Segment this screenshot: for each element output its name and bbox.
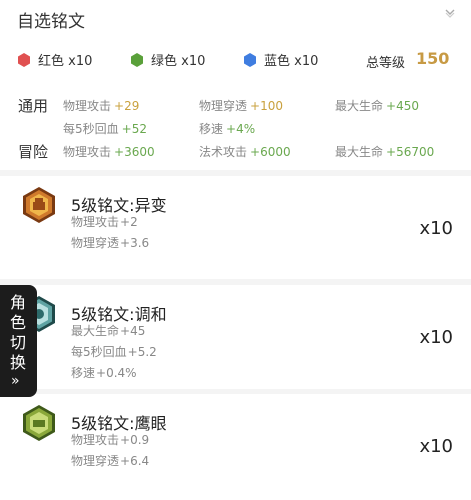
general-label: 通用 [18, 97, 49, 115]
chevron-down-icon[interactable] [443, 8, 457, 18]
tab-char: 切 [10, 333, 27, 352]
stat-name: 物理穿透 [199, 99, 248, 113]
header-bar: 自选铭文 [0, 0, 471, 36]
inscription-attr: 移速+0.4% [71, 364, 137, 381]
general-stat: 每5秒回血 +52 [63, 120, 147, 137]
attr-value: +2 [120, 215, 138, 229]
adventure-stat: 物理攻击 +3600 [63, 143, 155, 160]
stat-value: +56700 [386, 145, 435, 159]
stat-name: 移速 [199, 122, 224, 136]
inscription-quantity: x10 [419, 327, 453, 348]
green-inscription-emblem-icon [23, 405, 55, 441]
stat-value: +4% [226, 122, 256, 136]
adventure-stat: 法术攻击 +6000 [199, 143, 291, 160]
attr-name: 最大生命 [71, 324, 120, 338]
tab-char: 角 [10, 293, 27, 312]
stat-name: 最大生命 [335, 145, 384, 159]
summary-panel: 红色 x10 绿色 x10 蓝色 x10 总等级 150 通用 物理攻击 +29 … [0, 36, 471, 170]
inscription-card-yibian[interactable]: 5级铭文:异变 物理攻击+2 物理穿透+3.6 x10 [0, 176, 471, 279]
inscription-attr: 物理穿透+3.6 [71, 234, 149, 251]
stat-name: 每5秒回血 [63, 122, 119, 136]
total-level-value: 150 [416, 49, 450, 68]
attr-value: +0.4% [96, 366, 137, 380]
stat-value: +52 [121, 122, 147, 136]
blue-count-label: 蓝色 x10 [264, 54, 319, 69]
red-inscription-emblem-icon [23, 187, 55, 223]
attr-name: 每5秒回血 [71, 345, 127, 359]
tab-char: 换 [10, 353, 27, 372]
blue-count: 蓝色 x10 [242, 50, 318, 69]
inscription-card-tiaohe[interactable]: 5级铭文:调和 最大生命+45 每5秒回血+5.2 移速+0.4% x10 [0, 285, 471, 389]
inscription-attr: 最大生命+45 [71, 322, 145, 339]
red-count: 红色 x10 [16, 50, 92, 69]
inscription-card-yingyan[interactable]: 5级铭文:鹰眼 物理攻击+0.9 物理穿透+6.4 x10 [0, 394, 471, 500]
stat-name: 物理攻击 [63, 99, 112, 113]
attr-name: 物理穿透 [71, 236, 120, 250]
inscription-quantity: x10 [419, 436, 453, 457]
general-stat: 移速 +4% [199, 120, 255, 137]
attr-value: +3.6 [120, 236, 150, 250]
stat-name: 法术攻击 [199, 145, 248, 159]
color-counts: 红色 x10 绿色 x10 蓝色 x10 总等级 150 [0, 49, 471, 71]
inscription-attr: 物理攻击+2 [71, 213, 138, 230]
attr-name: 物理穿透 [71, 454, 120, 468]
stat-value: +3600 [114, 145, 155, 159]
total-level-label: 总等级 [366, 56, 406, 71]
inscription-attr: 物理穿透+6.4 [71, 452, 149, 469]
inscription-attr: 物理攻击+0.9 [71, 431, 149, 448]
attr-value: +5.2 [127, 345, 157, 359]
stat-name: 物理攻击 [63, 145, 112, 159]
stat-value: +6000 [250, 145, 291, 159]
page-title: 自选铭文 [17, 12, 85, 32]
green-count: 绿色 x10 [129, 50, 205, 69]
red-hexagon-icon [18, 52, 30, 67]
general-stat: 物理攻击 +29 [63, 97, 139, 114]
stat-value: +100 [250, 99, 283, 113]
attr-value: +45 [120, 324, 146, 338]
green-hexagon-icon [131, 52, 143, 67]
inscription-quantity: x10 [419, 218, 453, 239]
attr-value: +0.9 [120, 433, 150, 447]
attr-name: 物理攻击 [71, 433, 120, 447]
attr-name: 物理攻击 [71, 215, 120, 229]
double-arrow-right-icon: » [11, 373, 20, 389]
character-switch-tab[interactable]: 角 色 切 换 » [0, 285, 37, 397]
adventure-label: 冒险 [18, 143, 49, 161]
stat-name: 最大生命 [335, 99, 384, 113]
general-stat: 物理穿透 +100 [199, 97, 283, 114]
green-count-label: 绿色 x10 [151, 54, 206, 69]
attr-name: 移速 [71, 366, 96, 380]
general-stat: 最大生命 +450 [335, 97, 419, 114]
stat-value: +29 [114, 99, 140, 113]
red-count-label: 红色 x10 [38, 54, 93, 69]
inscription-attr: 每5秒回血+5.2 [71, 343, 157, 360]
stat-value: +450 [386, 99, 419, 113]
blue-hexagon-icon [244, 52, 256, 67]
adventure-stat: 最大生命 +56700 [335, 143, 434, 160]
attr-value: +6.4 [120, 454, 150, 468]
tab-char: 色 [10, 313, 27, 332]
